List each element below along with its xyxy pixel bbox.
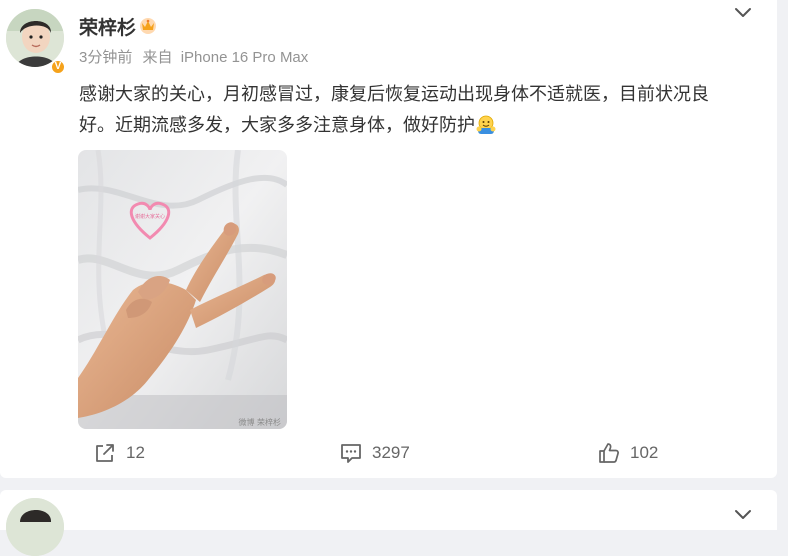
- post-card: V 荣梓杉 3分钟前 来自 iPhone 16 Pro Max 感谢大家的关心，…: [0, 0, 777, 478]
- repost-button[interactable]: 12: [94, 438, 145, 468]
- post-time[interactable]: 3分钟前: [79, 49, 132, 66]
- post-meta: 3分钟前 来自 iPhone 16 Pro Max: [79, 46, 308, 67]
- sticker-text: 谢谢大家关心: [135, 213, 165, 220]
- next-post-card: [0, 490, 777, 556]
- author-name[interactable]: 荣梓杉: [79, 13, 136, 40]
- avatar[interactable]: V: [6, 9, 66, 75]
- photo-watermark: 微博 荣梓杉: [238, 417, 281, 427]
- post-actions: 12 3297 102: [0, 438, 777, 468]
- repost-icon: [96, 444, 114, 462]
- post-photo[interactable]: 谢谢大家关心 微博 荣梓杉: [78, 150, 287, 429]
- source-prefix: 来自: [142, 49, 173, 66]
- comment-count: 3297: [372, 443, 410, 462]
- like-button[interactable]: 102: [598, 438, 658, 468]
- post-text-body: 感谢大家的关心，月初感冒过，康复后恢复运动出现身体不适就医，目前状况良好。近期流…: [79, 84, 709, 135]
- post-source[interactable]: iPhone 16 Pro Max: [181, 49, 309, 66]
- next-post-chevron-down-icon[interactable]: [733, 508, 753, 522]
- hug-emoji-icon: [476, 115, 496, 134]
- next-post-avatar[interactable]: [6, 498, 64, 556]
- chevron-down-icon[interactable]: [733, 6, 753, 20]
- comment-icon: [341, 444, 361, 463]
- comment-button[interactable]: 3297: [340, 438, 410, 468]
- post-text: 感谢大家的关心，月初感冒过，康复后恢复运动出现身体不适就医，目前状况良好。近期流…: [79, 79, 739, 141]
- repost-count: 12: [126, 443, 145, 462]
- verified-badge: V: [50, 59, 66, 75]
- member-crown-icon[interactable]: [138, 15, 158, 35]
- like-count: 102: [630, 443, 659, 462]
- thumbs-up-icon: [599, 443, 619, 463]
